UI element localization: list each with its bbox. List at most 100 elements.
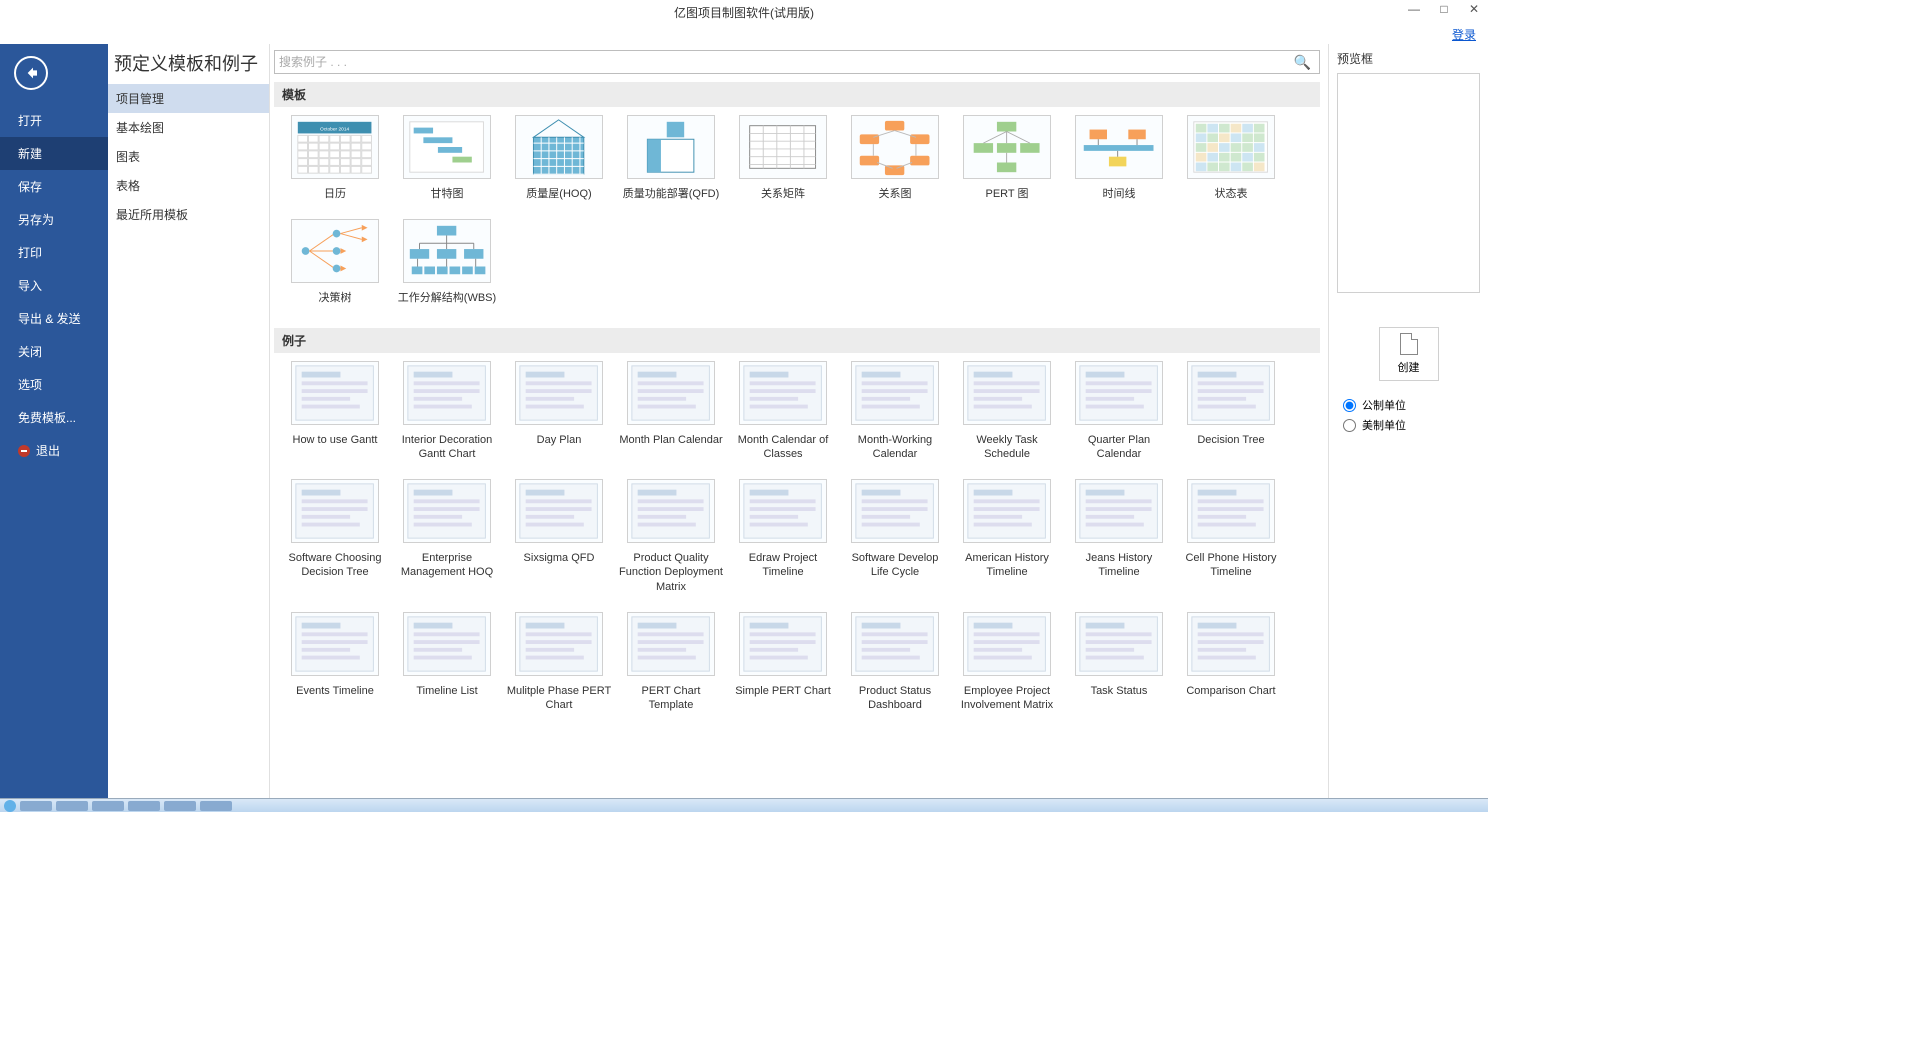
back-button[interactable] [14,56,48,90]
example-tile[interactable]: Mulitple Phase PERT Chart [504,612,614,713]
template-tile[interactable]: 质量功能部署(QFD) [616,115,726,201]
exit-icon [18,445,30,457]
file-menu-item[interactable]: 选项 [0,368,108,401]
file-menu-item[interactable]: 另存为 [0,203,108,236]
back-arrow-icon [23,65,39,81]
example-tile[interactable]: Month-Working Calendar [840,361,950,462]
tile-label: 质量功能部署(QFD) [623,187,720,201]
taskbar-item[interactable] [20,801,52,811]
example-tile[interactable]: Weekly Task Schedule [952,361,1062,462]
unit-us-radio[interactable]: 美制单位 [1343,417,1480,433]
template-tile[interactable]: 决策树 [280,219,390,305]
file-menu-item[interactable]: 保存 [0,170,108,203]
template-tile[interactable]: 时间线 [1064,115,1174,201]
tile-label: American History Timeline [954,551,1060,580]
template-tile[interactable]: 关系矩阵 [728,115,838,201]
taskbar-item[interactable] [200,801,232,811]
create-label: 创建 [1398,359,1420,375]
file-menu-item[interactable]: 免费模板... [0,401,108,434]
example-tile[interactable]: Software Choosing Decision Tree [280,479,390,594]
tile-label: Events Timeline [296,684,374,698]
example-tile[interactable]: Timeline List [392,612,502,713]
file-menu-item[interactable]: 退出 [0,434,108,467]
login-link[interactable]: 登录 [1452,26,1476,43]
tile-thumbnail [515,612,603,676]
category-item[interactable]: 基本绘图 [108,113,269,142]
template-tile[interactable]: PERT 图 [952,115,1062,201]
create-button[interactable]: 创建 [1379,327,1439,381]
minimize-button[interactable]: — [1406,2,1422,16]
example-tile[interactable]: Events Timeline [280,612,390,713]
unit-radio-group: 公制单位 美制单位 [1343,397,1480,437]
tile-label: 工作分解结构(WBS) [398,291,496,305]
example-tile[interactable]: Interior Decoration Gantt Chart [392,361,502,462]
category-item[interactable]: 项目管理 [108,84,269,113]
example-tile[interactable]: Software Develop Life Cycle [840,479,950,594]
tile-thumbnail [403,361,491,425]
taskbar-item[interactable] [164,801,196,811]
example-tile[interactable]: Employee Project Involvement Matrix [952,612,1062,713]
tile-thumbnail [963,612,1051,676]
category-item[interactable]: 最近所用模板 [108,200,269,229]
taskbar-item[interactable] [4,800,16,812]
example-tile[interactable]: American History Timeline [952,479,1062,594]
file-menu-item[interactable]: 关闭 [0,335,108,368]
example-tile[interactable]: Month Plan Calendar [616,361,726,462]
os-taskbar[interactable] [0,798,1488,812]
example-tile[interactable]: Quarter Plan Calendar [1064,361,1174,462]
template-tile[interactable]: 状态表 [1176,115,1286,201]
template-tile[interactable]: 质量屋(HOQ) [504,115,614,201]
file-menu-item[interactable]: 打印 [0,236,108,269]
window-controls: — □ ✕ [1406,2,1482,16]
templates-section-header: 模板 [274,82,1320,107]
file-menu-item[interactable]: 导出 & 发送 [0,302,108,335]
example-tile[interactable]: Simple PERT Chart [728,612,838,713]
example-tile[interactable]: Decision Tree [1176,361,1286,462]
example-tile[interactable]: Task Status [1064,612,1174,713]
taskbar-item[interactable] [56,801,88,811]
unit-metric-radio[interactable]: 公制单位 [1343,397,1480,413]
example-tile[interactable]: Day Plan [504,361,614,462]
tile-thumbnail [963,115,1051,179]
tile-thumbnail [403,219,491,283]
example-tile[interactable]: Edraw Project Timeline [728,479,838,594]
example-tile[interactable]: Enterprise Management HOQ [392,479,502,594]
example-tile[interactable]: Product Status Dashboard [840,612,950,713]
template-tile[interactable]: 关系图 [840,115,950,201]
template-scroll-area[interactable]: 模板 October 2014日历甘特图质量屋(HOQ) 质量功能部署(QFD) 关… [270,78,1328,798]
tile-label: Product Quality Function Deployment Matr… [618,551,724,594]
preview-title: 预览框 [1337,50,1480,67]
example-tile[interactable]: PERT Chart Template [616,612,726,713]
template-tile[interactable]: October 2014日历 [280,115,390,201]
example-tile[interactable]: Sixsigma QFD [504,479,614,594]
template-tile[interactable]: 甘特图 [392,115,502,201]
tile-thumbnail [627,361,715,425]
tile-label: Comparison Chart [1186,684,1275,698]
file-menu-item-label: 打开 [18,112,42,129]
search-input[interactable] [279,55,1290,69]
file-menu-item[interactable]: 打开 [0,104,108,137]
taskbar-item[interactable] [128,801,160,811]
tile-thumbnail [291,479,379,543]
example-tile[interactable]: How to use Gantt [280,361,390,462]
tile-label: Month-Working Calendar [842,433,948,462]
category-item[interactable]: 表格 [108,171,269,200]
example-tile[interactable]: Product Quality Function Deployment Matr… [616,479,726,594]
file-menu-item-label: 导入 [18,277,42,294]
example-tile[interactable]: Cell Phone History Timeline [1176,479,1286,594]
example-tile[interactable]: Comparison Chart [1176,612,1286,713]
close-button[interactable]: ✕ [1466,2,1482,16]
tile-label: PERT 图 [986,187,1029,201]
example-tile[interactable]: Jeans History Timeline [1064,479,1174,594]
template-tile[interactable]: 工作分解结构(WBS) [392,219,502,305]
category-item[interactable]: 图表 [108,142,269,171]
file-menu-item[interactable]: 导入 [0,269,108,302]
tile-thumbnail [515,361,603,425]
taskbar-item[interactable] [92,801,124,811]
tile-label: 状态表 [1215,187,1248,201]
file-menu-item[interactable]: 新建 [0,137,108,170]
maximize-button[interactable]: □ [1436,2,1452,16]
search-icon[interactable]: 🔍 [1290,54,1315,71]
example-tile[interactable]: Month Calendar of Classes [728,361,838,462]
app-title: 亿图项目制图软件(试用版) [674,4,814,21]
